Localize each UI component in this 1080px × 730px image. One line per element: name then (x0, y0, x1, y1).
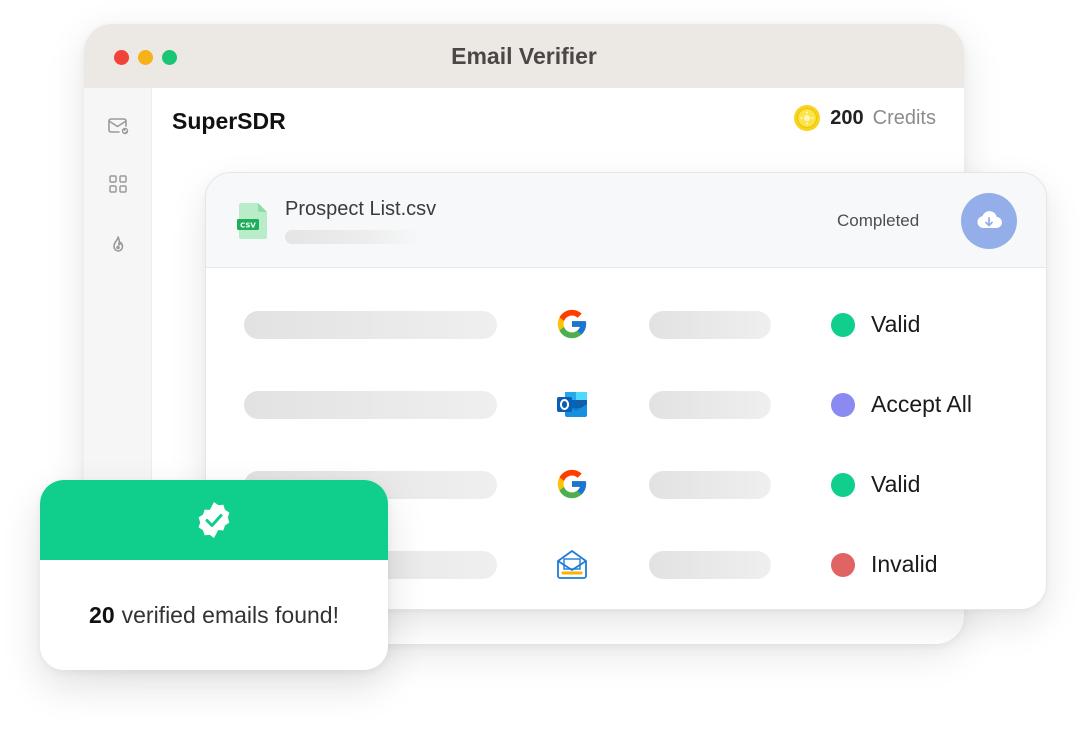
maximize-window-button[interactable] (162, 50, 177, 65)
mail-check-icon[interactable] (106, 114, 130, 138)
status-label: Valid (871, 311, 921, 337)
credits-label: Credits (872, 106, 936, 129)
job-status: Completed (837, 211, 920, 230)
detail-placeholder (649, 311, 771, 339)
fire-icon[interactable] (106, 232, 130, 256)
coin-icon (794, 105, 821, 131)
email-placeholder (244, 311, 497, 339)
verified-toast: 20 verified emails found! (40, 480, 388, 670)
status-indicator (831, 473, 855, 497)
csv-label: CSV (240, 222, 256, 230)
titlebar: Email Verifier (84, 24, 964, 88)
google-icon (557, 469, 587, 499)
toast-message: 20 verified emails found! (40, 560, 388, 670)
detail-placeholder (649, 391, 771, 419)
grid-icon[interactable] (106, 172, 130, 196)
mail-app-icon (557, 550, 587, 579)
window-title: Email Verifier (451, 42, 597, 69)
minimize-window-button[interactable] (138, 50, 153, 65)
window-controls (114, 50, 177, 65)
detail-placeholder (649, 471, 771, 499)
status-indicator (831, 393, 855, 417)
credits-amount: 200 (830, 106, 864, 129)
credits-display: 200 Credits (793, 104, 936, 132)
toast-header (40, 480, 388, 560)
csv-file-icon: CSV (237, 203, 267, 239)
verified-badge-icon (198, 502, 230, 538)
status-indicator (831, 313, 855, 337)
verified-count: 20 (89, 601, 115, 628)
status-label: Invalid (871, 551, 938, 577)
status-label: Valid (871, 471, 921, 497)
table-row: Accept All (206, 385, 1046, 425)
toast-text: verified emails found! (121, 601, 339, 628)
status-label: Accept All (871, 391, 972, 417)
close-window-button[interactable] (114, 50, 129, 65)
outlook-icon (557, 392, 587, 417)
table-row: Valid (206, 305, 1046, 345)
file-name: Prospect List.csv (285, 198, 437, 220)
file-meta-placeholder (285, 230, 421, 244)
brand-name: SuperSDR (172, 108, 286, 134)
google-icon (557, 309, 587, 339)
status-indicator (831, 553, 855, 577)
file-header: CSV Prospect List.csv Completed (206, 173, 1046, 268)
cloud-download-icon (977, 211, 1002, 229)
detail-placeholder (649, 551, 771, 579)
download-button[interactable] (961, 193, 1017, 249)
email-placeholder (244, 391, 497, 419)
